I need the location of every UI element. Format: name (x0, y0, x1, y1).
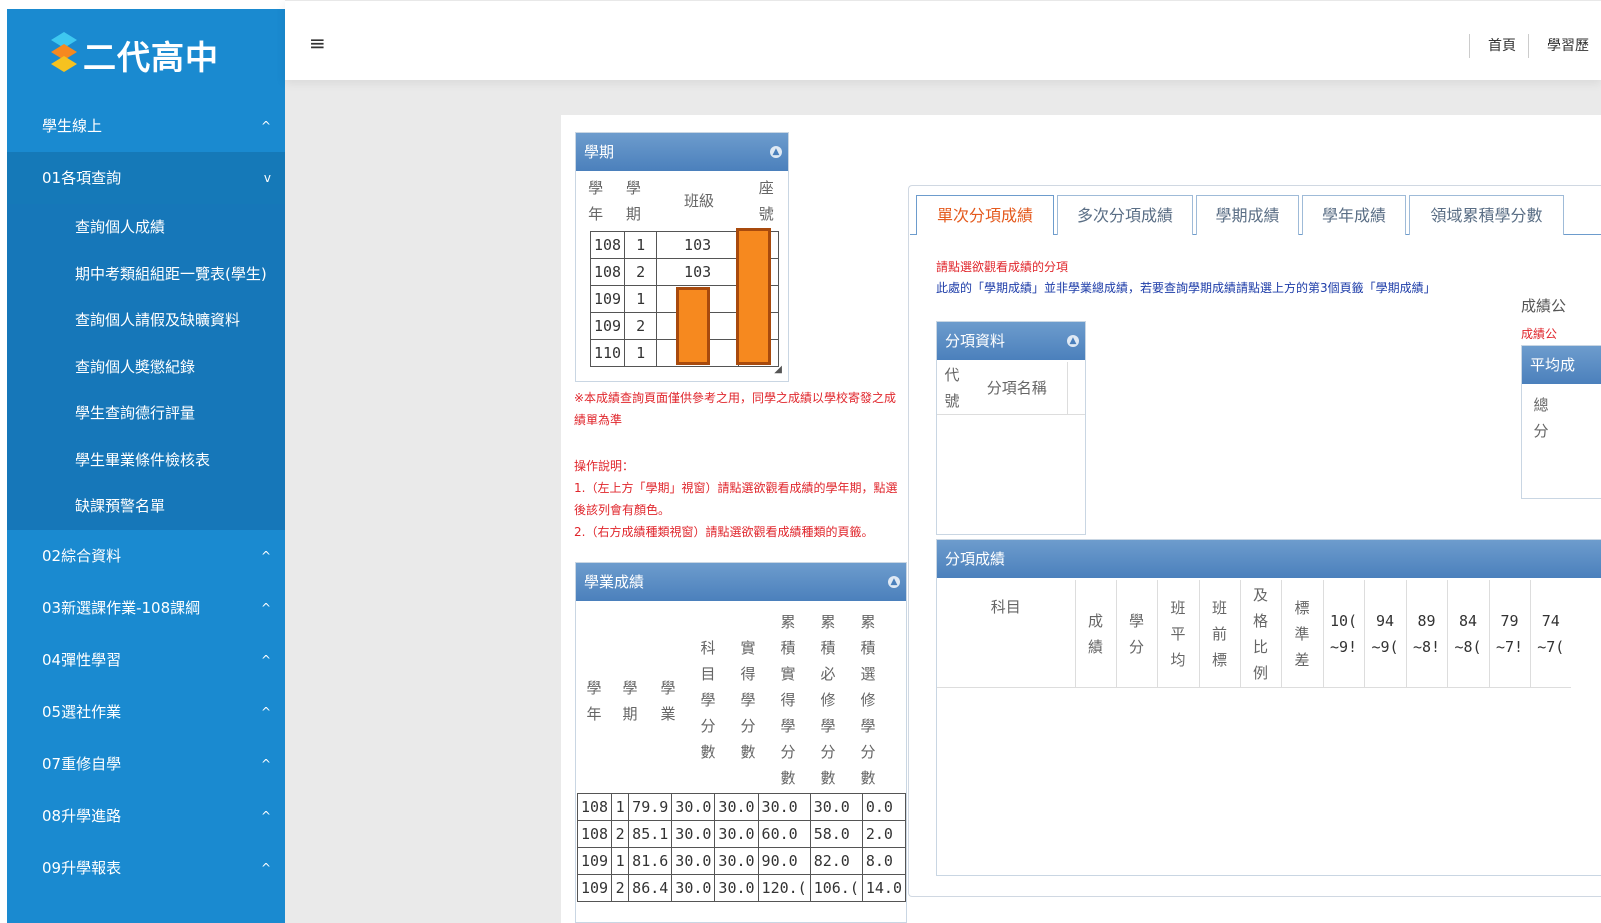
average-window: 平均成 總 分 (1521, 345, 1601, 499)
submenu: 查詢個人成績 期中考類組組距一覽表(學生) 查詢個人請假及缺曠資料 查詢個人奬懲… (7, 204, 285, 530)
col-header-range-100: 10( ~9! (1323, 580, 1365, 688)
submenu-item-rewards[interactable]: 查詢個人奬懲紀錄 (7, 344, 285, 391)
collapse-icon[interactable]: ▲ (1067, 335, 1079, 347)
col-header-total: 總 分 (1533, 396, 1549, 440)
sidebar-item-label: 07重修自學 (42, 754, 122, 773)
sidebar-item-club-selection[interactable]: 05選社作業 ^ (7, 686, 285, 738)
app-logo[interactable]: 二代高中 (7, 9, 285, 100)
tab-single-item-score[interactable]: 單次分項成績 (916, 195, 1054, 235)
submenu-item-graduation-check[interactable]: 學生畢業條件檢核表 (7, 437, 285, 484)
item-info-header: 分項資料 ▲ (937, 322, 1085, 360)
col-header-class-top: 班 前 標 (1199, 580, 1241, 688)
sidebar-item-label: 01各項查詢 (42, 169, 122, 187)
col-header-score: 成 績 (1075, 580, 1117, 688)
col-header-pass-rate: 及 格 比 例 (1240, 580, 1282, 688)
sidebar-item-flexible-learning[interactable]: 04彈性學習 ^ (7, 634, 285, 686)
chevron-up-icon: ^ (260, 756, 271, 771)
average-window-title: 平均成 (1530, 356, 1576, 374)
item-info-title: 分項資料 (945, 332, 1006, 350)
submenu-item-leave-absence[interactable]: 查詢個人請假及缺曠資料 (7, 297, 285, 344)
sidebar-item-label: 04彈性學習 (42, 650, 122, 669)
col-header-range-89: 89 ~8! (1406, 580, 1448, 688)
tab-year-score[interactable]: 學年成績 (1302, 195, 1406, 235)
col-header-range-94: 94 ~9( (1364, 580, 1407, 688)
select-item-prompt: 請點選欲觀看成績的分項 (936, 260, 1069, 274)
sidebar-item-course-selection[interactable]: 03新選課作業-108課綱 ^ (7, 582, 285, 634)
col-header-range-79: 79 ~7! (1489, 580, 1531, 688)
item-score-header: 分項成績 (937, 540, 1601, 578)
score-public-note: 成績公 (1521, 327, 1558, 341)
col-header-range-74: 74 ~7( (1537, 611, 1565, 656)
app-title: 二代高中 (83, 37, 219, 77)
sidebar: 二代高中 學生線上 ^ 01各項查詢 v 查詢個人成績 期中考類組組距一覽表(學… (7, 9, 285, 923)
submenu-item-personal-grades[interactable]: 查詢個人成績 (7, 204, 285, 251)
sidebar-item-student-online[interactable]: 學生線上 ^ (7, 100, 285, 152)
col-header-range-84: 84 ~8( (1447, 580, 1490, 688)
average-window-header: 平均成 (1522, 346, 1601, 384)
chevron-up-icon: ^ (260, 600, 271, 615)
submenu-item-absence-warning[interactable]: 缺課預警名單 (7, 483, 285, 530)
sidebar-item-label: 學生線上 (42, 117, 103, 135)
sidebar-item-general[interactable]: 02綜合資料 ^ (7, 530, 285, 582)
chevron-up-icon: ^ (260, 808, 271, 823)
item-info-header-table: 代 號 分項名稱 (937, 362, 1085, 415)
logo-icon (51, 31, 77, 72)
sidebar-item-retake[interactable]: 07重修自學 ^ (7, 738, 285, 790)
col-header-std-dev: 標 準 差 (1281, 580, 1324, 688)
tab-multi-item-score[interactable]: 多次分項成績 (1057, 195, 1193, 235)
sidebar-item-advancement-reports[interactable]: 09升學報表 ^ (7, 842, 285, 894)
hamburger-menu-icon[interactable]: ≡ (309, 31, 326, 55)
sidebar-item-label: 05選社作業 (42, 702, 122, 721)
learning-portfolio-link[interactable]: 學習歷 (1528, 34, 1601, 58)
semester-score-note: 此處的「學期成績」並非學業總成績，若要查詢學期成績請點選上方的第3個頁籤「學期成… (936, 281, 1436, 295)
top-links: 首頁 學習歷 (1469, 34, 1601, 58)
sidebar-item-label: 09升學報表 (42, 858, 122, 877)
sidebar-item-queries[interactable]: 01各項查詢 v (7, 152, 285, 204)
top-bar: ≡ 首頁 學習歷 (285, 0, 1601, 80)
sidebar-item-label: 02綜合資料 (42, 546, 122, 565)
sidebar-item-advancement[interactable]: 08升學進路 ^ (7, 790, 285, 842)
chevron-up-icon: ^ (260, 704, 271, 719)
sidebar-item-label: 03新選課作業-108課綱 (42, 598, 201, 617)
col-header-subject: 科目 (937, 580, 1076, 688)
chevron-down-icon: v (263, 171, 271, 185)
grades-panel: 學期 ▲ 學 年 學 期 班級 座 號 108 1 103 108 2 103 109 1… (561, 115, 1601, 923)
col-header-item-name: 分項名稱 (986, 379, 1047, 397)
score-public-label: 成績公 (1521, 297, 1567, 315)
chevron-up-icon: ^ (260, 860, 271, 875)
chevron-up-icon: ^ (260, 119, 271, 133)
submenu-item-midterm-distribution[interactable]: 期中考類組組距一覽表(學生) (7, 251, 285, 298)
chevron-up-icon: ^ (260, 548, 271, 563)
home-link[interactable]: 首頁 (1469, 34, 1528, 58)
col-header-code: 代 號 (944, 366, 960, 410)
item-score-window: 分項成績 科目 成 績 學 分 班 平 均 班 前 標 及 格 比 例 標 準 … (936, 539, 1601, 876)
tab-domain-credits[interactable]: 領域累積學分數 (1409, 195, 1564, 235)
col-header-class-avg: 班 平 均 (1157, 580, 1200, 688)
item-score-header-table: 科目 成 績 學 分 班 平 均 班 前 標 及 格 比 例 標 準 差 10(… (937, 580, 1571, 688)
item-score-title: 分項成績 (945, 550, 1006, 568)
chevron-up-icon: ^ (260, 652, 271, 667)
sidebar-item-label: 08升學進路 (42, 806, 122, 825)
tab-semester-score[interactable]: 學期成績 (1196, 195, 1299, 235)
col-header-credits: 學 分 (1116, 580, 1158, 688)
item-info-window: 分項資料 ▲ 代 號 分項名稱 (936, 321, 1086, 535)
submenu-item-conduct[interactable]: 學生查詢德行評量 (7, 390, 285, 437)
